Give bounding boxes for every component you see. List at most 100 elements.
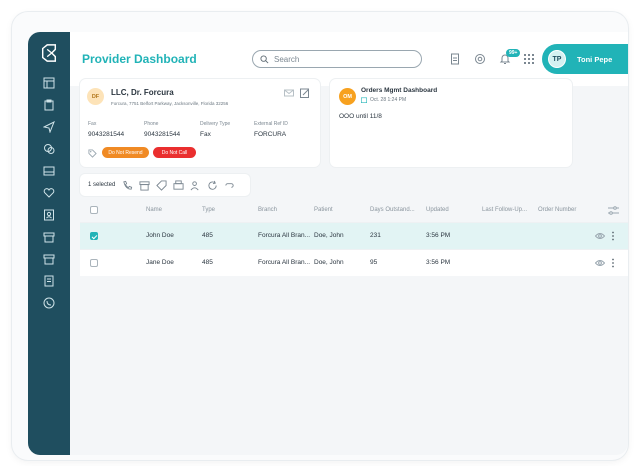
logo-icon[interactable] bbox=[40, 44, 58, 62]
delivery-type-value: Fax bbox=[200, 131, 211, 138]
chat-icon bbox=[44, 144, 55, 154]
phone-value: 9043281544 bbox=[144, 131, 181, 138]
phone-label: Phone bbox=[144, 121, 159, 127]
selection-count: 1 selected bbox=[88, 182, 116, 188]
sidebar-item-phone[interactable] bbox=[28, 292, 70, 314]
column-header[interactable]: Updated bbox=[426, 207, 449, 213]
sidebar-item-store[interactable] bbox=[28, 248, 70, 270]
orders-date: Oct. 28 1:24 PM bbox=[370, 97, 407, 103]
provider-address: Forcura, 7751 Belfort Parkway, Jacksonvi… bbox=[111, 101, 229, 106]
sidebar-item-dashboard[interactable] bbox=[28, 72, 70, 94]
sidebar-item-health[interactable] bbox=[28, 182, 70, 204]
page-title: Provider Dashboard bbox=[82, 52, 197, 66]
user-menu[interactable]: TP Toni Pepe bbox=[542, 44, 628, 74]
fax-icon bbox=[173, 179, 184, 190]
provider-avatar: DF bbox=[87, 88, 104, 105]
row-checkbox[interactable] bbox=[90, 259, 98, 267]
send-icon bbox=[43, 121, 55, 133]
table-header: Name Type Branch Patient Days Outstand..… bbox=[80, 200, 628, 222]
call-button[interactable] bbox=[121, 179, 133, 191]
cell-days-outstanding: 95 bbox=[370, 259, 378, 266]
top-bar: Provider Dashboard Search 99+ TP Toni Pe… bbox=[70, 32, 628, 86]
column-header[interactable]: Patient bbox=[314, 207, 333, 213]
sidebar-item-chat[interactable] bbox=[28, 138, 70, 160]
orders-title: Orders Mgmt Dashboard bbox=[361, 87, 438, 94]
sidebar-item-archive[interactable] bbox=[28, 226, 70, 248]
sidebar-item-contacts[interactable] bbox=[28, 204, 70, 226]
heart-icon bbox=[43, 188, 55, 198]
cell-updated: 3:56 PM bbox=[426, 232, 451, 239]
fax-button[interactable] bbox=[172, 179, 184, 191]
bulk-action-bar: 1 selected bbox=[80, 174, 250, 196]
refresh-icon bbox=[208, 180, 217, 190]
cell-type: 485 bbox=[202, 259, 213, 266]
orders-note-card: OM Orders Mgmt Dashboard Oct. 28 1:24 PM… bbox=[330, 79, 572, 167]
cell-name: John Doe bbox=[146, 232, 174, 239]
more-options-icon[interactable] bbox=[611, 231, 615, 241]
column-header[interactable]: Type bbox=[202, 207, 215, 213]
eye-icon[interactable] bbox=[595, 259, 605, 267]
delivery-type-label: Delivery Type bbox=[200, 121, 231, 127]
tag-do-not-call[interactable]: Do Not Call bbox=[153, 147, 196, 158]
fax-value: 9043281544 bbox=[88, 131, 125, 138]
column-header[interactable]: Branch bbox=[258, 207, 277, 213]
column-header[interactable]: Last Follow-Up... bbox=[482, 207, 527, 213]
column-settings-icon[interactable] bbox=[608, 206, 619, 215]
assign-button[interactable] bbox=[189, 179, 201, 191]
external-ref-value: FORCURA bbox=[254, 131, 287, 138]
main-content: Provider Dashboard Search 99+ TP Toni Pe… bbox=[70, 32, 628, 455]
clipboard-icon bbox=[44, 99, 54, 111]
select-all-checkbox[interactable] bbox=[90, 206, 98, 214]
sidebar-item-clipboard[interactable] bbox=[28, 94, 70, 116]
inbox-icon bbox=[43, 166, 55, 176]
document-icon bbox=[451, 53, 459, 65]
settings-button[interactable] bbox=[473, 52, 487, 66]
calendar-icon bbox=[361, 97, 367, 103]
mail-icon[interactable] bbox=[284, 88, 294, 98]
sidebar-item-document[interactable] bbox=[28, 270, 70, 292]
orders-avatar: OM bbox=[339, 88, 356, 105]
phone-circle-icon bbox=[43, 297, 55, 309]
archive-button[interactable] bbox=[138, 179, 150, 191]
table-row[interactable]: John Doe 485 Forcura All Bran... Doe, Jo… bbox=[80, 222, 628, 249]
column-header[interactable]: Days Outstand... bbox=[370, 207, 415, 213]
cell-branch: Forcura All Bran... bbox=[258, 232, 311, 239]
cell-branch: Forcura All Bran... bbox=[258, 259, 311, 266]
column-header[interactable]: Name bbox=[146, 207, 162, 213]
search-icon bbox=[260, 54, 269, 63]
provider-card: DF LLC, Dr. Forcura Forcura, 7751 Belfor… bbox=[80, 79, 320, 167]
gear-icon bbox=[475, 54, 485, 64]
external-ref-label: External Ref ID bbox=[254, 121, 288, 127]
eye-icon[interactable] bbox=[595, 232, 605, 240]
column-header[interactable]: Order Number bbox=[538, 207, 576, 213]
archive-icon bbox=[43, 232, 55, 243]
table-row[interactable]: Jane Doe 485 Forcura All Bran... Doe, Jo… bbox=[80, 249, 628, 276]
tag-button[interactable] bbox=[155, 179, 167, 191]
more-options-icon[interactable] bbox=[611, 258, 615, 268]
archive-icon bbox=[139, 180, 150, 191]
sidebar bbox=[28, 32, 70, 455]
search-input[interactable]: Search bbox=[252, 50, 422, 68]
tag-do-not-resend[interactable]: Do Not Resend bbox=[102, 147, 149, 158]
notification-badge: 99+ bbox=[506, 49, 521, 57]
refresh-button[interactable] bbox=[206, 179, 218, 191]
fax-label: Fax bbox=[88, 121, 97, 127]
link-button[interactable] bbox=[223, 179, 235, 191]
tag-icon[interactable] bbox=[88, 149, 97, 158]
edit-icon[interactable] bbox=[300, 88, 310, 98]
cell-updated: 3:56 PM bbox=[426, 259, 451, 266]
user-assign-icon bbox=[190, 180, 199, 190]
store-icon bbox=[43, 254, 55, 265]
sidebar-item-send[interactable] bbox=[28, 116, 70, 138]
reports-button[interactable] bbox=[448, 52, 462, 66]
apps-grid-icon bbox=[524, 54, 534, 64]
apps-button[interactable] bbox=[522, 52, 536, 66]
cell-days-outstanding: 231 bbox=[370, 232, 381, 239]
sidebar-item-inbox[interactable] bbox=[28, 160, 70, 182]
user-name: Toni Pepe bbox=[577, 54, 613, 64]
cell-patient: Doe, John bbox=[314, 259, 344, 266]
app-frame: Provider Dashboard Search 99+ TP Toni Pe… bbox=[12, 12, 628, 460]
contacts-icon bbox=[44, 209, 54, 221]
row-checkbox[interactable] bbox=[90, 232, 98, 240]
cell-name: Jane Doe bbox=[146, 259, 174, 266]
